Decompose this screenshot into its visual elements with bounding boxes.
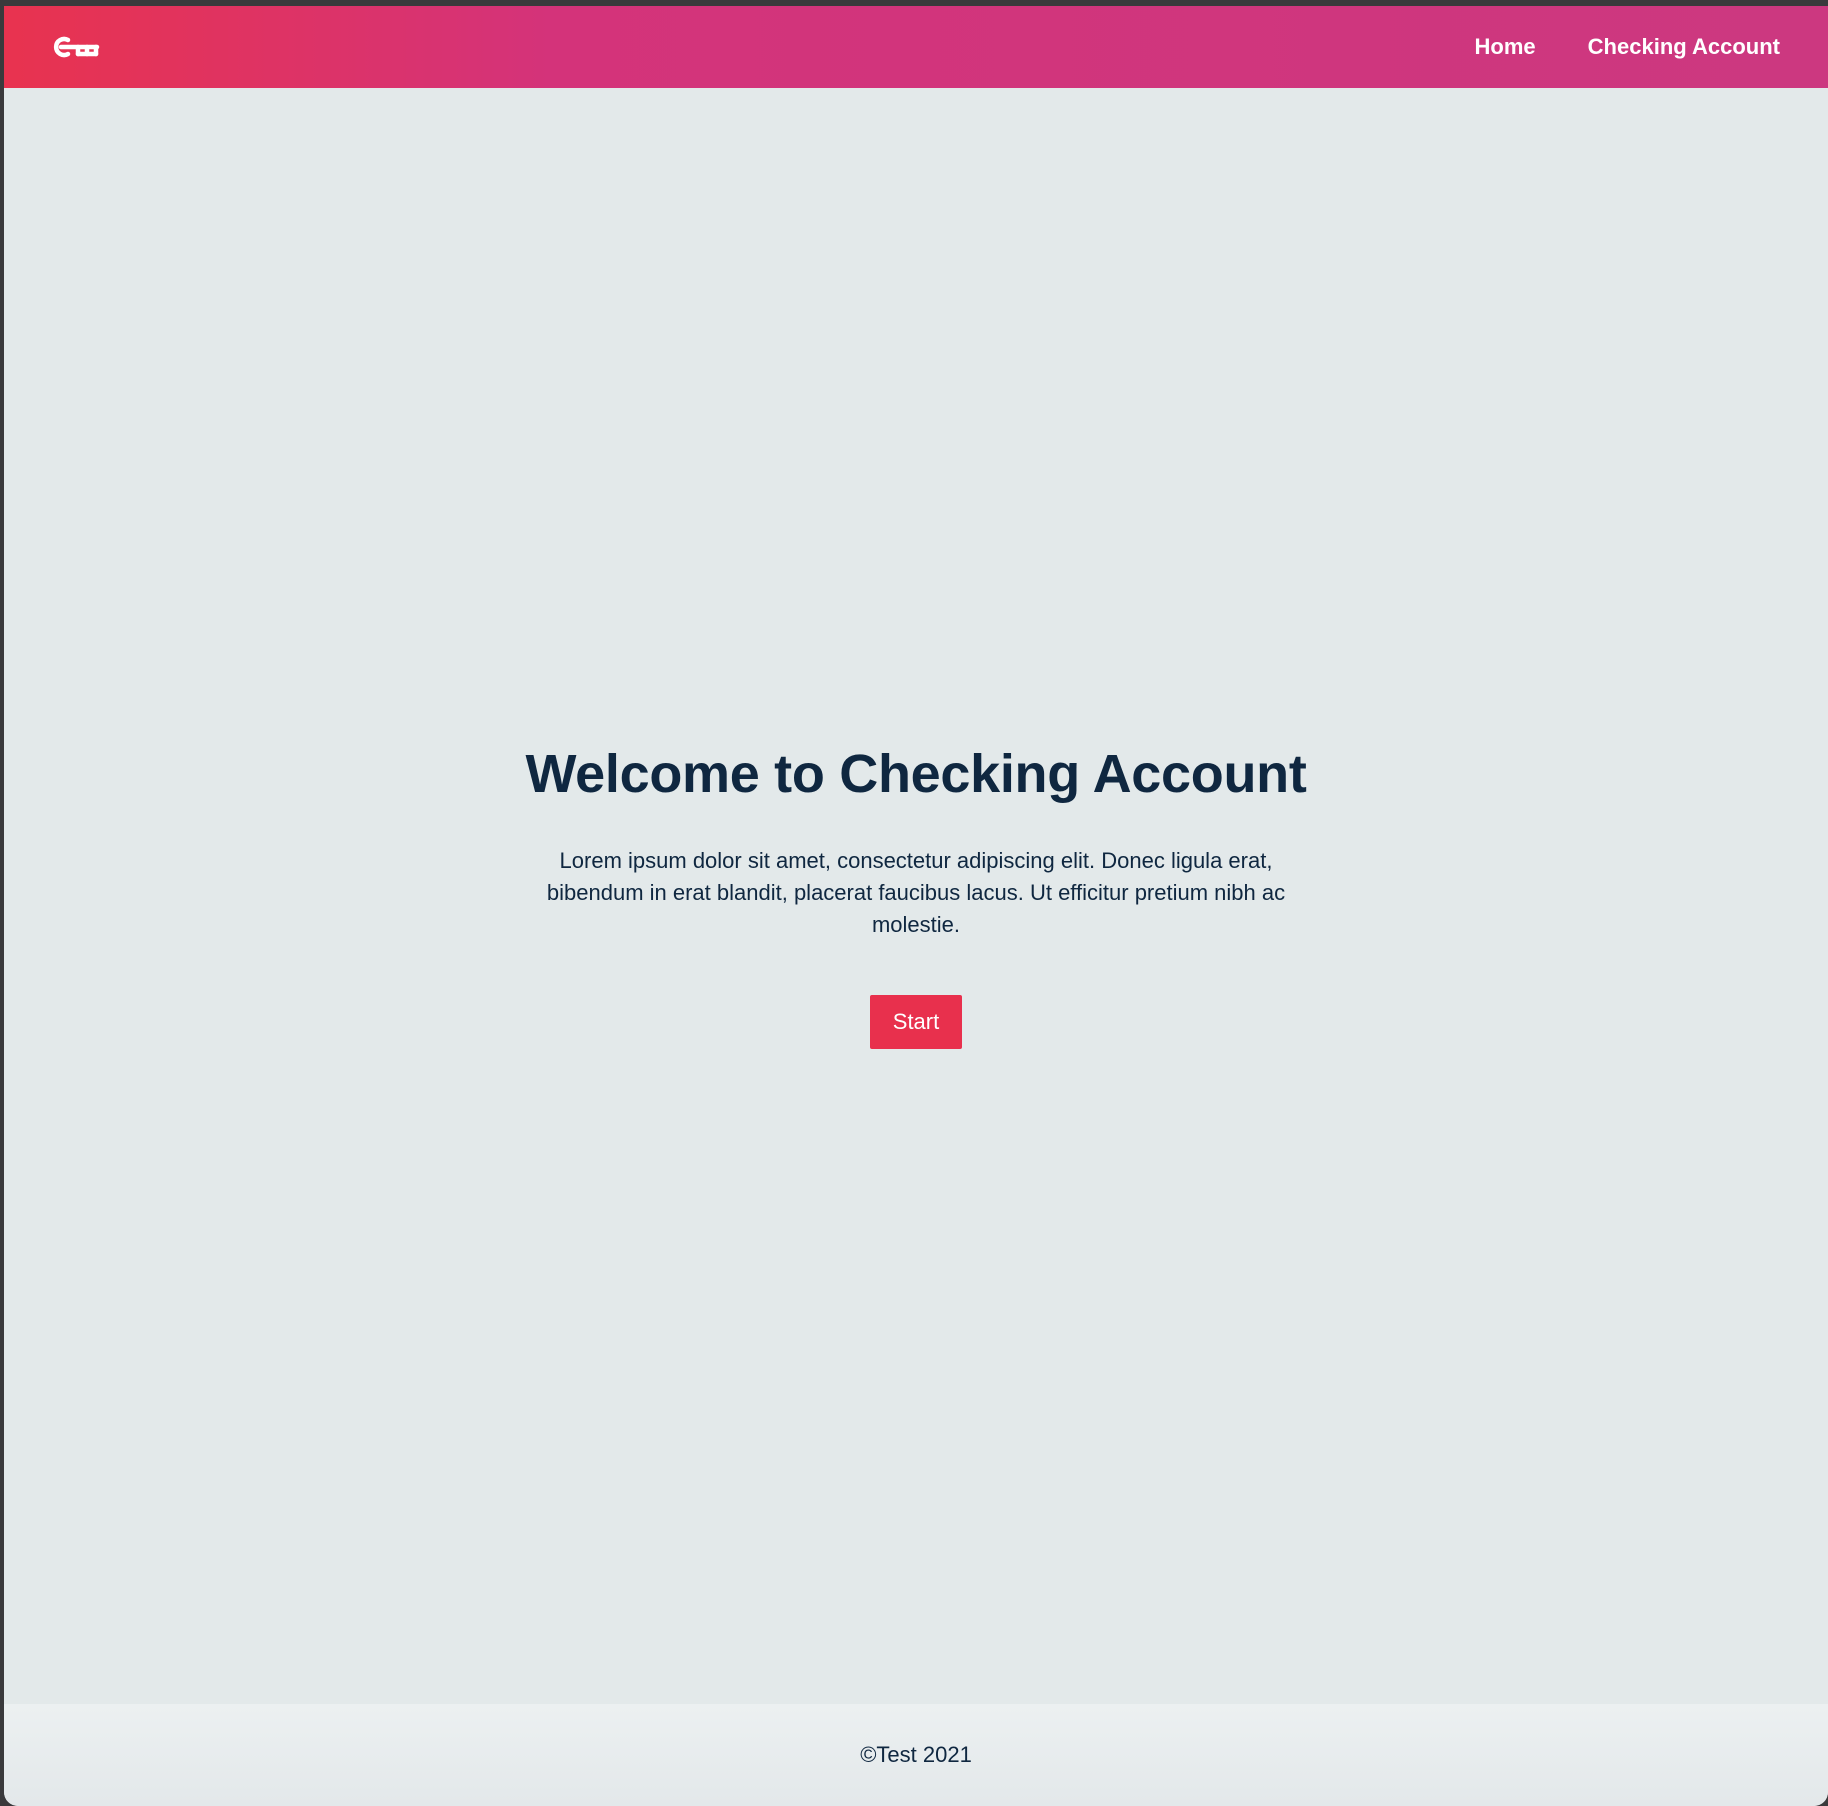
hero-title: Welcome to Checking Account bbox=[525, 744, 1307, 804]
footer-copyright: ©Test 2021 bbox=[860, 1742, 972, 1767]
hero-description: Lorem ipsum dolor sit amet, consectetur … bbox=[546, 848, 1286, 937]
nav-links: Home Checking Account bbox=[1475, 34, 1780, 60]
logo-link[interactable] bbox=[50, 33, 102, 61]
nav-link-home[interactable]: Home bbox=[1475, 34, 1536, 60]
hero-section: Welcome to Checking Account Lorem ipsum … bbox=[4, 88, 1828, 1704]
nav-link-checking-account[interactable]: Checking Account bbox=[1588, 34, 1780, 60]
start-button[interactable]: Start bbox=[870, 995, 962, 1049]
footer: ©Test 2021 bbox=[4, 1704, 1828, 1806]
browser-window: Home Checking Account Welcome to Checkin… bbox=[4, 6, 1828, 1806]
key-icon bbox=[53, 36, 100, 58]
navbar: Home Checking Account bbox=[4, 6, 1828, 88]
